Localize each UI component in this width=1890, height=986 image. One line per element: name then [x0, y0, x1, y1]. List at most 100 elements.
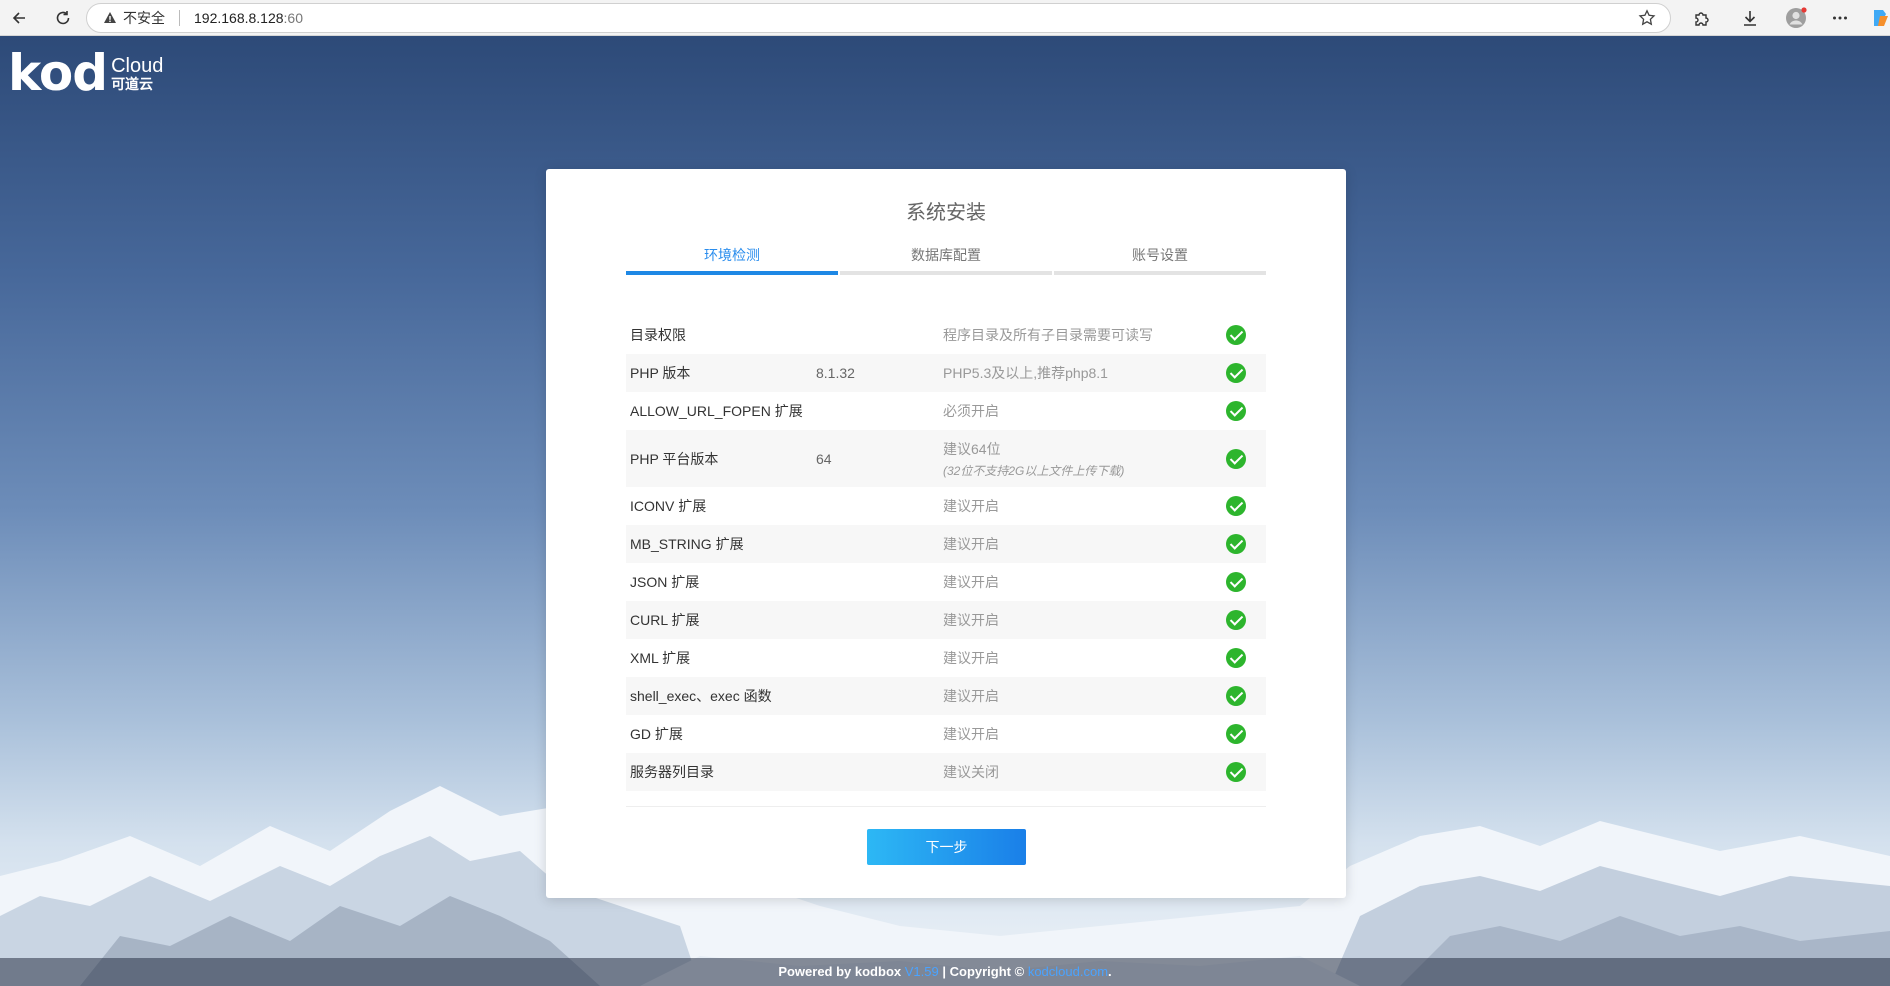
warning-icon	[104, 12, 116, 23]
check-circle-icon	[1226, 610, 1246, 630]
check-status	[1206, 677, 1266, 715]
check-value	[816, 639, 943, 677]
check-value	[816, 753, 943, 791]
install-steps: 环境检测 数据库配置 账号设置	[626, 237, 1266, 275]
check-status	[1206, 753, 1266, 791]
check-row-mb-string: MB_STRING 扩展 建议开启	[626, 525, 1266, 563]
check-requirement: 必须开启	[943, 403, 999, 419]
copilot-icon[interactable]	[1870, 6, 1890, 30]
check-circle-icon	[1226, 724, 1246, 744]
download-icon[interactable]	[1738, 6, 1762, 30]
check-name: 目录权限	[630, 327, 686, 343]
check-row-gd: GD 扩展 建议开启	[626, 715, 1266, 753]
install-panel: 系统安装 环境检测 数据库配置 账号设置 目录权限 程序目录及所有子目录需要可读…	[546, 169, 1346, 898]
check-circle-icon	[1226, 363, 1246, 383]
logo-cn-text: 可道云	[111, 76, 154, 92]
check-status	[1206, 392, 1266, 430]
check-name: MB_STRING 扩展	[626, 525, 816, 563]
check-circle-icon	[1226, 401, 1246, 421]
footer-separator: |	[942, 964, 946, 979]
footer: Powered by kodbox V1.59 | Copyright © ko…	[0, 958, 1890, 986]
check-circle-icon	[1226, 534, 1246, 554]
security-indicator[interactable]: 不安全	[103, 8, 165, 28]
next-step-button[interactable]: 下一步	[867, 829, 1026, 865]
footer-dot: .	[1108, 964, 1112, 979]
check-requirement: 建议开启	[943, 601, 1206, 639]
address-bar[interactable]: 不安全 192.168.8.128:60	[86, 3, 1671, 33]
back-icon[interactable]	[4, 3, 34, 33]
check-circle-icon	[1226, 496, 1246, 516]
more-icon[interactable]	[1828, 6, 1852, 30]
check-requirement: 程序目录及所有子目录需要可读写	[943, 327, 1153, 343]
check-status	[1206, 430, 1266, 487]
check-name: 服务器列目录	[626, 753, 816, 791]
check-name: shell_exec、exec 函数	[626, 677, 816, 715]
step-database-config[interactable]: 数据库配置	[840, 237, 1052, 275]
check-value	[816, 677, 943, 715]
check-name: ALLOW_URL_FOPEN 扩展	[630, 403, 803, 419]
profile-icon[interactable]	[1784, 6, 1808, 30]
check-value	[816, 601, 943, 639]
check-name: XML 扩展	[630, 650, 691, 666]
environment-check-table: 目录权限 程序目录及所有子目录需要可读写 PHP 版本 8.1.32 PHP5.…	[626, 316, 1266, 791]
step-environment-check[interactable]: 环境检测	[626, 237, 838, 275]
logo-right-group: Cloud 可道云	[111, 56, 163, 92]
check-requirement: 建议开启	[943, 650, 999, 666]
check-name: PHP 平台版本	[626, 430, 816, 487]
check-row-php-version: PHP 版本 8.1.32 PHP5.3及以上,推荐php8.1	[626, 354, 1266, 392]
footer-copyright: Copyright ©	[949, 964, 1025, 979]
footer-site-link[interactable]: kodcloud.com	[1028, 964, 1108, 979]
check-status	[1206, 354, 1266, 392]
footer-powered: Powered by kodbox	[778, 964, 902, 979]
check-name: PHP 版本	[626, 354, 816, 392]
check-circle-icon	[1226, 448, 1246, 469]
extension-icon[interactable]	[1690, 6, 1714, 30]
check-circle-icon	[1226, 648, 1246, 668]
page-title: 系统安装	[906, 202, 986, 224]
check-status	[1206, 487, 1266, 525]
check-row-xml: XML 扩展 建议开启	[626, 639, 1266, 677]
check-row-shell-exec: shell_exec、exec 函数 建议开启	[626, 677, 1266, 715]
check-value: 8.1.32	[816, 354, 943, 392]
footer-version-link[interactable]: V1.59	[905, 964, 939, 979]
check-requirement: 建议开启	[943, 525, 1206, 563]
check-value	[816, 715, 943, 753]
check-circle-icon	[1226, 686, 1246, 706]
check-circle-icon	[1226, 762, 1246, 782]
check-row-curl: CURL 扩展 建议开启	[626, 601, 1266, 639]
check-name: JSON 扩展	[630, 574, 700, 590]
security-label: 不安全	[123, 10, 165, 26]
check-name: ICONV 扩展	[630, 498, 707, 514]
check-status	[1206, 639, 1266, 677]
check-row-php-platform: PHP 平台版本 64 建议64位 (32位不支持2G以上文件上传下载)	[626, 430, 1266, 487]
logo-kod-text: kod	[8, 44, 108, 102]
check-circle-icon	[1226, 325, 1246, 345]
step-account-setup[interactable]: 账号设置	[1054, 237, 1266, 275]
check-value: 64	[816, 430, 943, 487]
check-value	[816, 563, 943, 601]
check-row-json: JSON 扩展 建议开启	[626, 563, 1266, 601]
check-status	[1206, 601, 1266, 639]
check-requirement-main: 建议64位	[943, 440, 1001, 457]
check-requirement: 建议64位 (32位不支持2G以上文件上传下载)	[943, 430, 1206, 487]
check-status	[1206, 715, 1266, 753]
check-value	[816, 525, 943, 563]
check-requirement: 建议开启	[943, 726, 999, 742]
kodcloud-logo[interactable]: kod Cloud 可道云	[8, 44, 163, 102]
check-circle-icon	[1226, 572, 1246, 592]
browser-toolbar: 不安全 192.168.8.128:60	[0, 0, 1890, 36]
check-requirement: 建议开启	[943, 498, 999, 514]
logo-cloud-text: Cloud	[111, 55, 164, 77]
check-value	[816, 487, 943, 525]
check-row-dir-listing: 服务器列目录 建议关闭	[626, 753, 1266, 791]
check-value	[816, 316, 943, 354]
check-requirement-note: (32位不支持2G以上文件上传下载)	[943, 463, 1125, 478]
address-separator	[179, 10, 180, 26]
star-icon[interactable]	[1638, 9, 1656, 30]
check-requirement: 建议开启	[943, 677, 1206, 715]
check-status	[1206, 316, 1266, 354]
reload-icon[interactable]	[48, 3, 78, 33]
divider	[626, 806, 1266, 807]
check-requirement: 建议开启	[943, 574, 999, 590]
check-row-iconv: ICONV 扩展 建议开启	[626, 487, 1266, 525]
